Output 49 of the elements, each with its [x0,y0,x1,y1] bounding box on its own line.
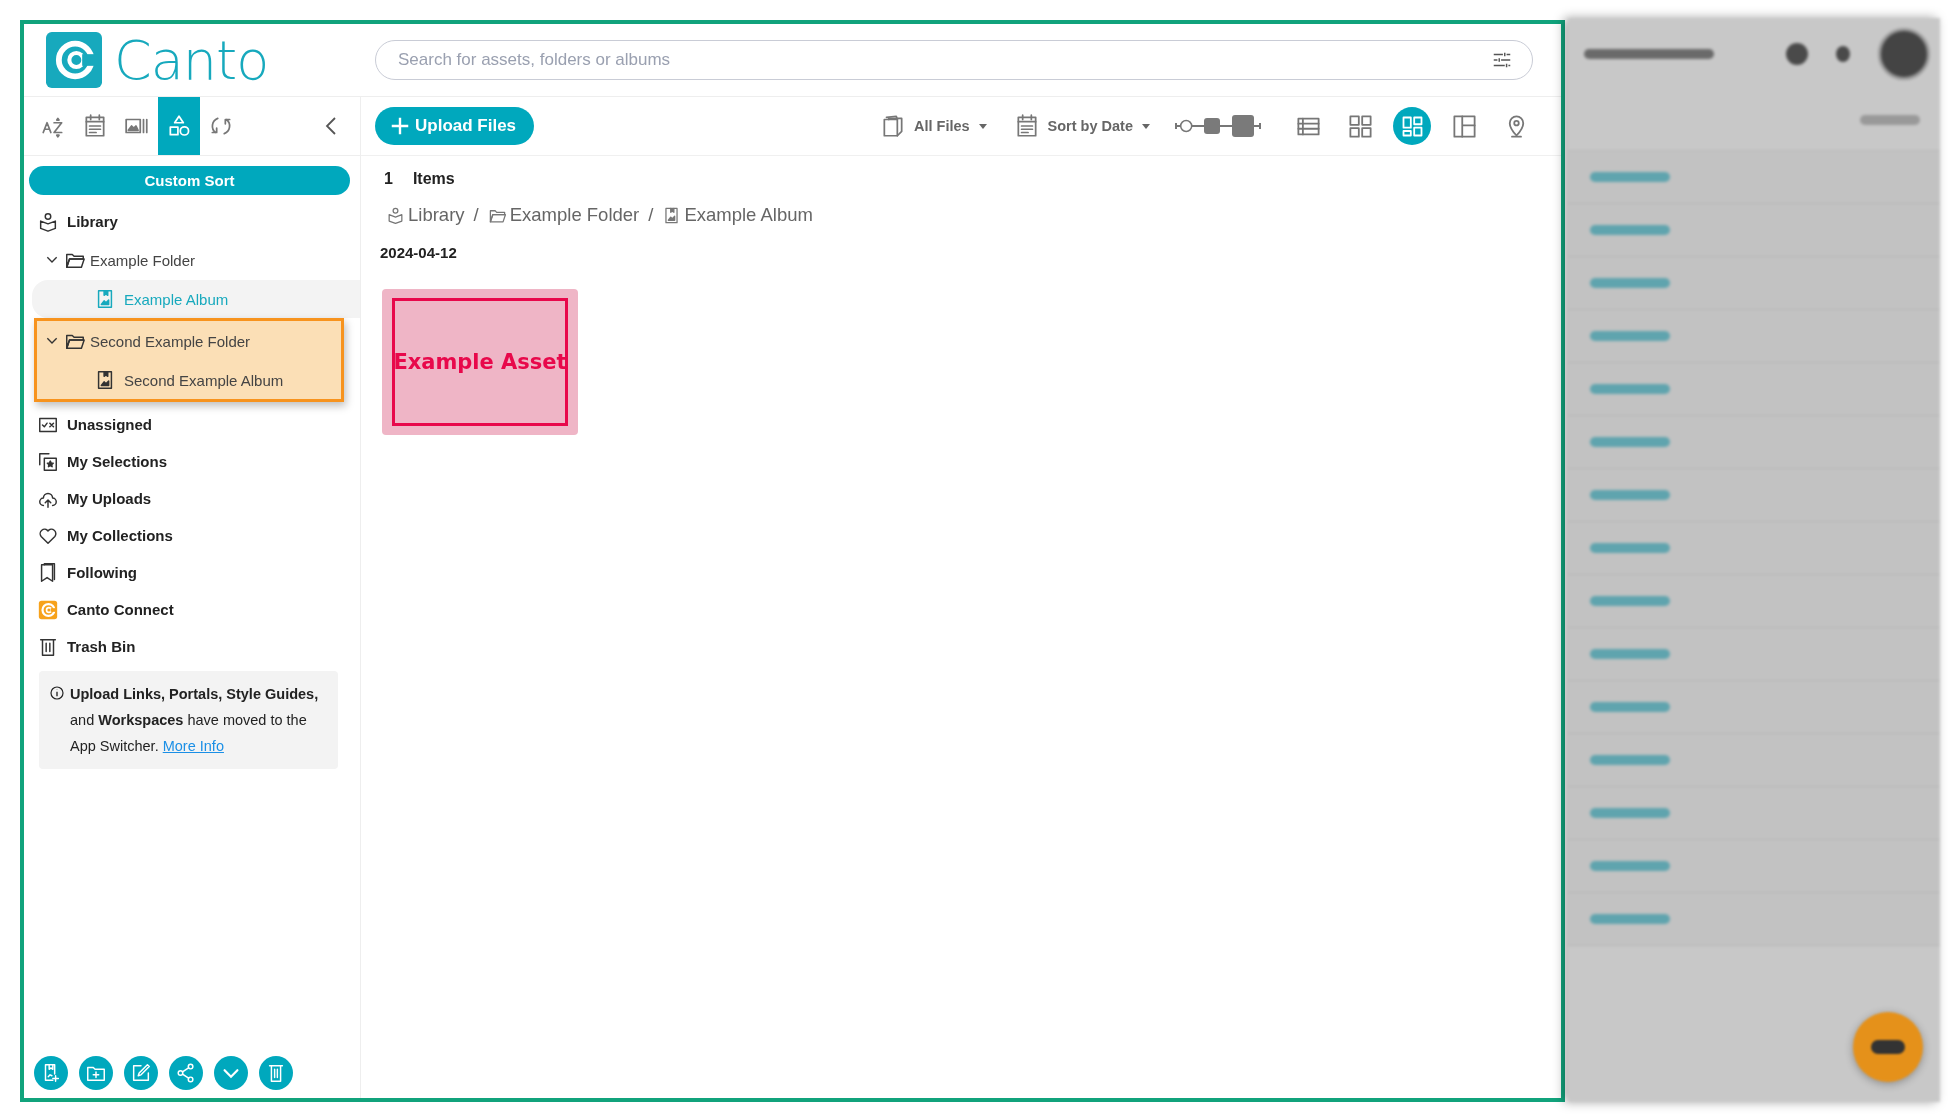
nav-item[interactable]: My Collections [24,517,360,554]
search-field[interactable]: Search for assets, folders or albums [375,40,1533,80]
items-label: Items [412,170,455,188]
notice-text: Upload Links, Portals, Style Guides, and Workspaces have moved to the App Switcher. More Info [70,685,320,756]
edit-button[interactable] [124,1056,158,1090]
plus-icon [389,115,411,137]
date-heading: 2024-04-12 [379,244,458,261]
slider-thumb[interactable] [1179,119,1193,133]
canto-logo-icon [37,598,59,621]
star-box-icon [37,450,59,473]
shapes-icon [166,113,192,139]
tree-item[interactable]: Second Example Folder [37,321,341,361]
library-icon [37,210,59,233]
grid-icon [1346,112,1374,140]
share-button[interactable] [169,1056,203,1090]
sort-dropdown[interactable]: Sort by Date [1007,113,1157,139]
info-icon [49,685,65,701]
edit-icon [130,1062,152,1084]
tree-item[interactable]: Second Example Album [37,361,341,399]
nav-item[interactable]: My Selections [24,443,360,480]
thumbnail-size-slider[interactable] [1175,114,1261,138]
nav-item[interactable]: Unassigned [24,406,360,443]
breadcrumb-link[interactable]: Example Folder [487,204,640,226]
nav-item[interactable]: Trash Bin [24,628,360,665]
breadcrumb-link[interactable]: Library [386,204,465,226]
logo-text: Canto [114,28,269,92]
caret-icon [1141,121,1151,131]
new-folder-button[interactable] [79,1056,113,1090]
masonry-view-button[interactable] [1393,107,1431,145]
calendar-icon [82,113,108,139]
caret-icon [977,121,988,131]
nav-item[interactable]: Following [24,554,360,591]
item-count: 1 [384,170,393,188]
shapes-sort-tab[interactable] [158,97,200,155]
delete-button[interactable] [259,1056,293,1090]
layout-icon [1450,112,1478,140]
nav-item[interactable]: My Uploads [24,480,360,517]
file-type-dropdown[interactable]: All Files [873,113,994,139]
breadcrumb-separator: / [648,204,654,226]
nav-item[interactable]: Canto Connect [24,591,360,628]
add-album-button[interactable] [34,1056,68,1090]
tree-item[interactable]: Library [24,203,360,240]
logo-icon [46,32,102,88]
share-icon [175,1062,197,1084]
breadcrumb-separator: / [473,204,479,226]
expand-button[interactable] [214,1056,248,1090]
library-icon [386,205,405,225]
tree-item[interactable]: Example Folder [24,240,360,280]
breadcrumb-link[interactable]: Example Album [662,204,813,226]
